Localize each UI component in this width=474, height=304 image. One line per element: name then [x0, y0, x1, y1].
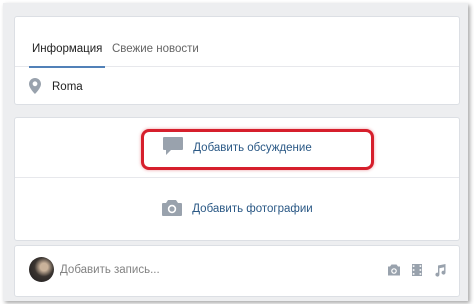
add-photos-button[interactable]: Добавить фотографии — [15, 179, 459, 239]
add-discussion-button[interactable]: Добавить обсуждение — [15, 118, 459, 178]
tab-information[interactable]: Информация — [28, 17, 106, 68]
info-card: Информация Свежие новости Roma — [14, 16, 460, 105]
camera-icon — [161, 199, 183, 220]
post-input[interactable] — [60, 259, 310, 281]
add-photos-label: Добавить фотографии — [192, 203, 313, 215]
tab-bar: Информация Свежие новости — [15, 17, 459, 68]
location-pin-icon — [29, 77, 41, 97]
tab-latest-news[interactable]: Свежие новости — [112, 17, 199, 67]
city-row: Roma — [29, 75, 83, 99]
camera-icon[interactable] — [387, 263, 401, 277]
city-value[interactable]: Roma — [52, 81, 83, 93]
add-discussion-label: Добавить обсуждение — [193, 141, 312, 154]
post-composer — [14, 245, 460, 297]
page-frame: Информация Свежие новости Roma Добавить … — [3, 3, 468, 301]
speech-bubble-icon — [162, 136, 184, 159]
actions-card: Добавить обсуждение Добавить фотографии — [14, 117, 460, 241]
video-icon[interactable] — [410, 263, 424, 277]
music-icon[interactable] — [433, 263, 447, 277]
attachment-icons — [387, 263, 447, 277]
avatar[interactable] — [29, 257, 54, 282]
